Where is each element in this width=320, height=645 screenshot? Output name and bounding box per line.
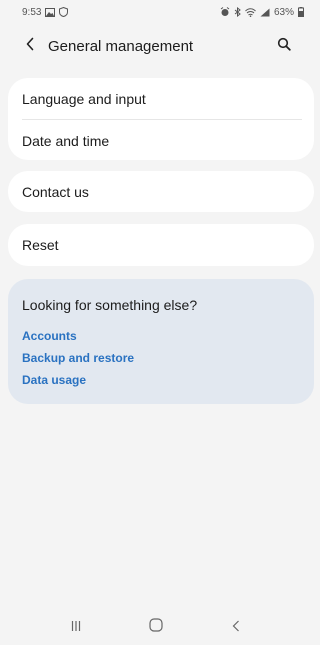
wifi-icon <box>245 7 256 17</box>
home-button[interactable] <box>136 613 176 643</box>
menu-item-label: Reset <box>22 236 59 253</box>
navigation-bar <box>0 610 312 645</box>
recents-icon <box>71 619 81 637</box>
settings-card-contact: Contact us <box>8 171 314 212</box>
status-bar: 9:53 63% <box>0 0 312 24</box>
bluetooth-icon <box>234 7 241 17</box>
search-button[interactable] <box>266 28 302 64</box>
menu-item-label: Contact us <box>22 183 89 200</box>
menu-item-language-and-input[interactable]: Language and input <box>8 78 314 119</box>
app-header: General management <box>0 28 312 64</box>
status-left: 9:53 <box>22 6 69 18</box>
battery-percent: 63% <box>273 6 294 18</box>
link-accounts[interactable]: Accounts <box>22 325 300 347</box>
settings-card-reset: Reset <box>8 224 314 266</box>
search-icon <box>277 37 291 56</box>
settings-card-language-date: Language and input Date and time <box>8 78 314 160</box>
gallery-icon <box>45 7 56 17</box>
back-button[interactable] <box>12 28 48 64</box>
status-time: 9:53 <box>22 6 42 18</box>
menu-item-date-and-time[interactable]: Date and time <box>8 120 314 161</box>
menu-item-label: Language and input <box>22 90 146 107</box>
signal-icon <box>260 8 270 17</box>
back-nav-button[interactable] <box>216 613 256 643</box>
shield-icon <box>59 7 69 17</box>
menu-item-contact-us[interactable]: Contact us <box>8 171 314 212</box>
menu-item-label: Date and time <box>22 132 110 149</box>
status-right: 63% <box>220 7 304 18</box>
page-title: General management <box>48 37 194 55</box>
suggestions-title: Looking for something else? <box>22 297 198 313</box>
home-icon <box>149 618 163 637</box>
suggestions-panel: Looking for something else? Accounts Bac… <box>8 279 314 404</box>
link-backup-and-restore[interactable]: Backup and restore <box>22 347 300 369</box>
battery-icon <box>298 7 304 17</box>
chevron-left-icon <box>25 37 35 56</box>
recents-button[interactable] <box>56 613 96 643</box>
menu-item-reset[interactable]: Reset <box>8 224 314 265</box>
link-data-usage[interactable]: Data usage <box>22 369 300 391</box>
back-icon <box>232 619 240 637</box>
alarm-icon <box>220 7 230 17</box>
